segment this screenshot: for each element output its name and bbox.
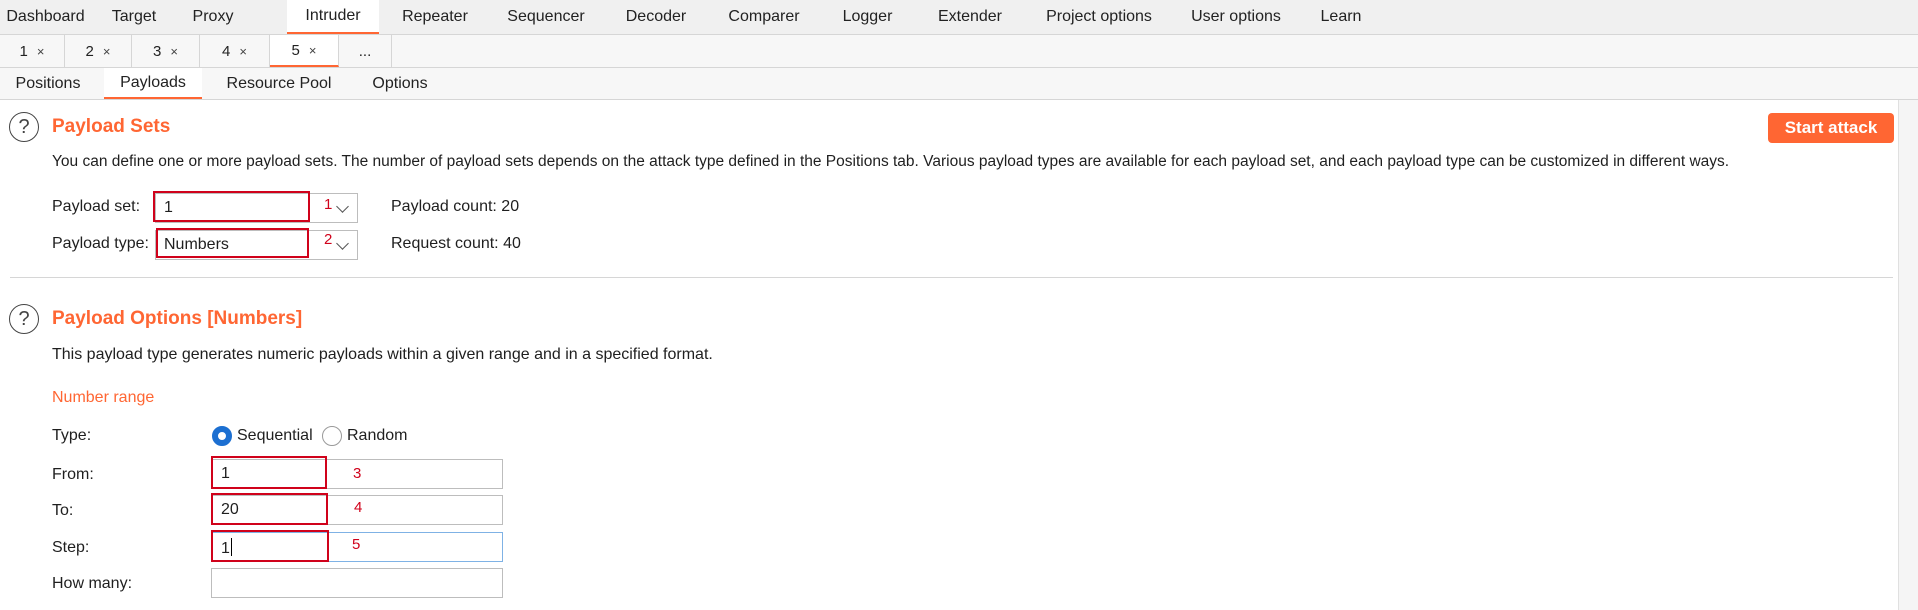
tab-resource-pool[interactable]: Resource Pool [213, 68, 345, 99]
from-value: 1 [221, 465, 230, 482]
random-radio[interactable] [322, 426, 342, 446]
tab-intruder[interactable]: Intruder [287, 0, 379, 34]
close-icon[interactable]: × [170, 44, 178, 59]
attack-tab-label: 3 [153, 42, 162, 60]
help-icon[interactable]: ? [9, 304, 39, 334]
attack-tab-label: 4 [222, 42, 231, 60]
tab-dashboard[interactable]: Dashboard [0, 0, 91, 34]
close-icon[interactable]: × [239, 44, 247, 59]
tab-repeater[interactable]: Repeater [387, 0, 483, 34]
payload-sets-description: You can define one or more payload sets.… [52, 153, 1730, 170]
step-value: 1 [221, 538, 232, 557]
tab-payloads[interactable]: Payloads [104, 68, 202, 99]
section-divider [10, 277, 1893, 278]
tab-options[interactable]: Options [360, 68, 440, 99]
attack-tab-2[interactable]: 2 × [65, 35, 132, 67]
help-icon[interactable]: ? [9, 112, 39, 142]
attack-tab-1[interactable]: 1 × [0, 35, 65, 67]
tab-comparer[interactable]: Comparer [716, 0, 812, 34]
random-label[interactable]: Random [347, 427, 407, 445]
close-icon[interactable]: × [103, 44, 111, 59]
payload-set-value: 1 [164, 199, 173, 216]
type-label: Type: [52, 427, 92, 444]
tab-project-options[interactable]: Project options [1031, 0, 1167, 34]
attack-tab-5[interactable]: 5 × [270, 35, 339, 67]
attack-tab-label: 5 [291, 41, 300, 59]
main-tab-bar: Dashboard Target Proxy Intruder Repeater… [0, 0, 1918, 35]
tab-extender[interactable]: Extender [925, 0, 1015, 34]
payload-count: Payload count: 20 [391, 198, 520, 215]
tab-target[interactable]: Target [91, 0, 177, 34]
tab-sequencer[interactable]: Sequencer [495, 0, 597, 34]
tab-user-options[interactable]: User options [1181, 0, 1291, 34]
from-label: From: [52, 466, 94, 483]
tab-logger[interactable]: Logger [830, 0, 905, 34]
annotation-number: 1 [324, 196, 333, 213]
chevron-down-icon [336, 200, 349, 213]
payload-type-value: Numbers [164, 236, 229, 253]
to-value: 20 [221, 501, 239, 518]
attack-tab-bar: 1 × 2 × 3 × 4 × 5 × ... [0, 35, 1918, 68]
payload-options-title: Payload Options [Numbers] [52, 308, 303, 329]
tab-decoder[interactable]: Decoder [612, 0, 700, 34]
start-attack-button[interactable]: Start attack [1768, 113, 1894, 143]
close-icon[interactable]: × [37, 44, 45, 59]
new-attack-tab-button[interactable]: ... [339, 35, 392, 67]
sequential-radio[interactable] [212, 426, 232, 446]
attack-tab-4[interactable]: 4 × [200, 35, 270, 67]
intruder-sub-tab-bar: Positions Payloads Resource Pool Options [0, 68, 1918, 100]
attack-tab-3[interactable]: 3 × [132, 35, 200, 67]
to-label: To: [52, 502, 74, 519]
payload-options-description: This payload type generates numeric payl… [52, 346, 713, 363]
how-many-label: How many: [52, 575, 133, 592]
chevron-down-icon [336, 237, 349, 250]
tab-learn[interactable]: Learn [1311, 0, 1371, 34]
close-icon[interactable]: × [309, 43, 317, 58]
annotation-number: 3 [353, 465, 362, 482]
annotation-number: 2 [324, 231, 333, 248]
payload-set-label: Payload set: [52, 198, 141, 215]
number-range-heading: Number range [52, 389, 155, 406]
annotation-number: 5 [352, 536, 361, 553]
tab-positions[interactable]: Positions [0, 68, 96, 99]
annotation-number: 4 [354, 499, 363, 516]
sequential-label[interactable]: Sequential [237, 427, 313, 445]
attack-tab-label: 1 [19, 42, 28, 60]
step-label: Step: [52, 539, 90, 556]
how-many-input[interactable] [211, 568, 503, 598]
attack-tab-label: 2 [85, 42, 94, 60]
payload-sets-title: Payload Sets [52, 116, 171, 137]
tab-proxy[interactable]: Proxy [177, 0, 249, 34]
request-count: Request count: 40 [391, 235, 521, 252]
payload-type-label: Payload type: [52, 235, 149, 252]
vertical-scrollbar[interactable] [1898, 100, 1918, 610]
